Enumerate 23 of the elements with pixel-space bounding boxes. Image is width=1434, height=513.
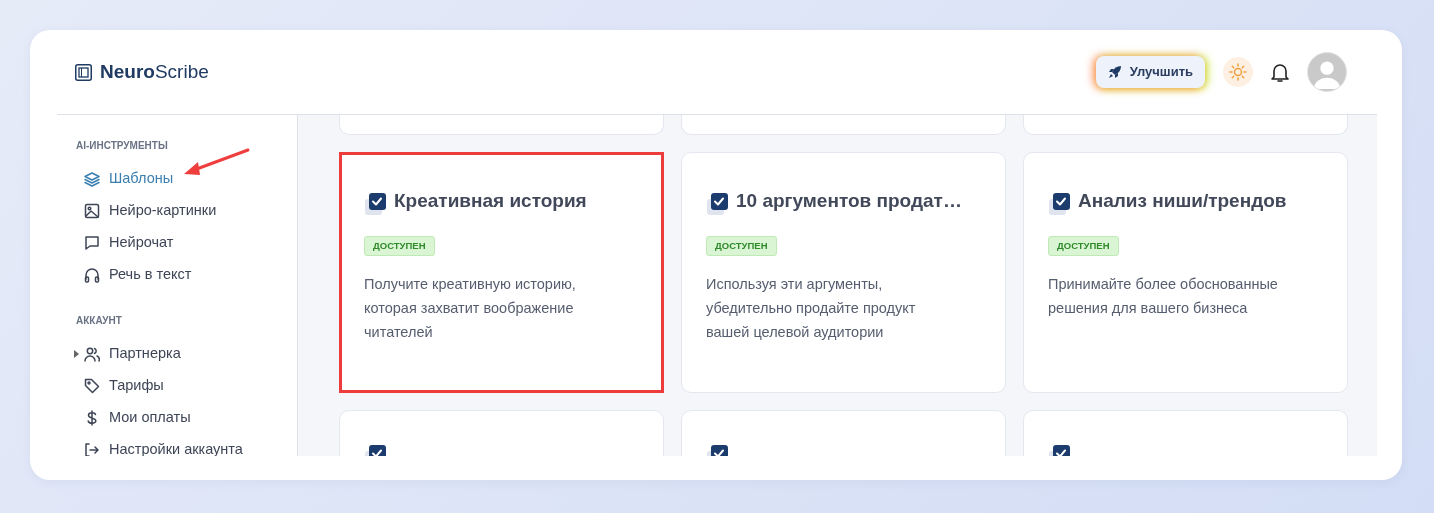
section-title: АККАУНТ: [76, 314, 123, 328]
sidebar-item[interactable]: Мои оплаты: [76, 402, 297, 434]
template-card[interactable]: 10 аргументов продат… ДОСТУПЕН Используя эти аргументы, убедительно продайте продукт вашей целевой аудитории: [681, 152, 1006, 393]
upgrade-button[interactable]: Улучшить: [1095, 56, 1205, 88]
status-badge: ДОСТУПЕН: [706, 235, 777, 256]
card-title: Креативная история: [394, 189, 587, 213]
status-badge: ДОСТУПЕН: [364, 235, 435, 256]
card-title: 10 аргументов продат…: [736, 189, 962, 213]
sidebar-item[interactable]: Речь в текст: [76, 259, 297, 291]
sidebar-item[interactable]: Нейрочат: [76, 227, 297, 259]
sidebar-item[interactable]: Шаблоны: [76, 163, 297, 195]
template-card[interactable]: Креативная история ДОСТУПЕН Получите креативную историю, которая захватит воображение читателей: [339, 152, 664, 393]
template-card[interactable]: Анализ ниши/трендов ДОСТУПЕН Принимайте более обоснованные решения для вашего бизнеса: [1023, 152, 1348, 393]
sidebar-item[interactable]: Партнерка: [76, 338, 297, 370]
status-badge: ДОСТУПЕН: [1048, 235, 1119, 256]
card-description: Получите креативную историю, которая захватит воображение читателей: [364, 274, 577, 342]
sidebar-item[interactable]: Тарифы: [76, 370, 297, 402]
card-title: Анализ ниши/трендов: [1078, 189, 1287, 213]
card-description: Принимайте более обоснованные решения для вашего бизнеса: [1048, 274, 1279, 318]
card-description: Используя эти аргументы, убедительно продайте продукт вашей целевой аудитории: [706, 274, 917, 342]
section-title: AI-ИНСТРУМЕНТЫ: [76, 139, 169, 153]
logo-text[interactable]: NeuroScribe: [100, 57, 209, 87]
sidebar-item[interactable]: Нейро-картинки: [76, 195, 297, 227]
